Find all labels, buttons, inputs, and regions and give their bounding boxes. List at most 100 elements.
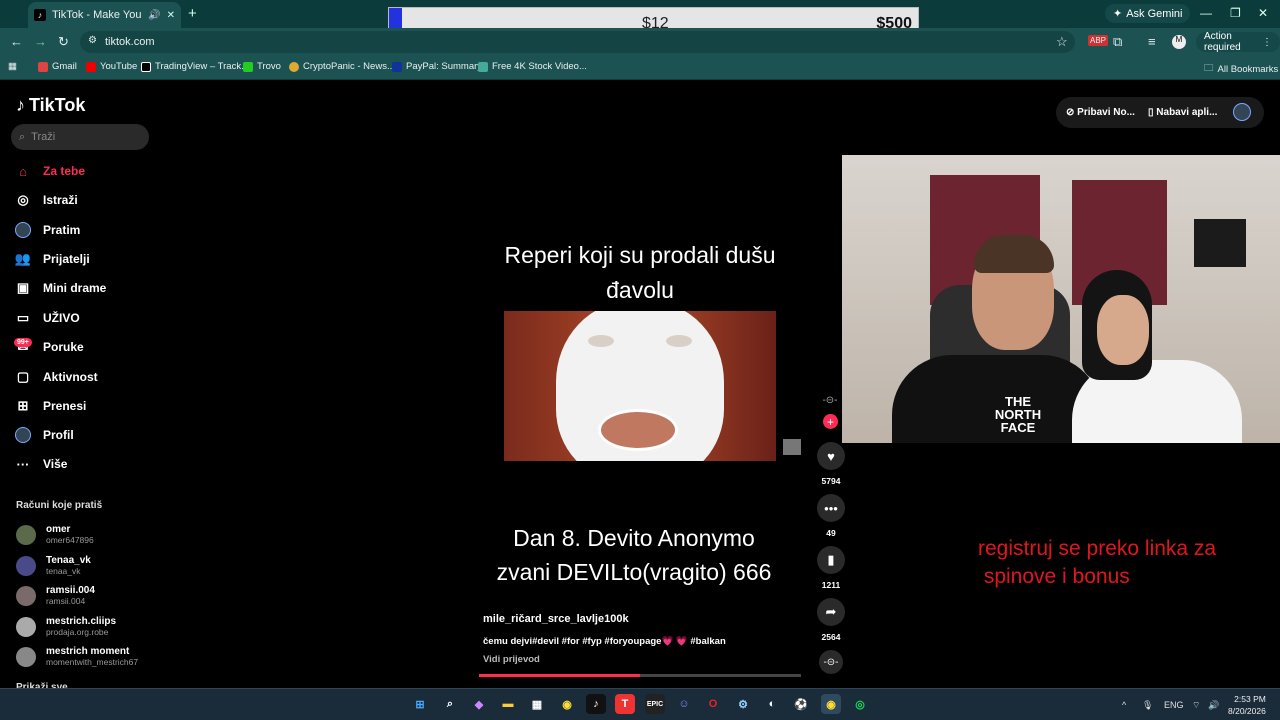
chrome-icon[interactable]: ◉: [557, 694, 577, 714]
video-author[interactable]: mile_ričard_srce_lavlje100k: [483, 613, 629, 625]
video-description: čemu dejvi#devil #for #fyp #foryoupage💗 …: [483, 636, 726, 647]
save-button[interactable]: ▮: [817, 546, 845, 574]
following-account[interactable]: omer omer647896: [16, 524, 94, 545]
bookmark-stock-video[interactable]: Free 4K Stock Video...: [478, 61, 587, 72]
follow-plus-icon[interactable]: +: [823, 414, 838, 429]
windows-start-icon[interactable]: ⊞: [410, 694, 430, 714]
video-progress[interactable]: [479, 674, 801, 677]
eye: [588, 335, 614, 347]
following-account[interactable]: mestrich moment momentwith_mestrich67: [16, 646, 138, 667]
copilot-icon[interactable]: ◆: [469, 694, 489, 714]
video-frame[interactable]: [504, 311, 776, 461]
following-account[interactable]: ramsii.004 ramsii.004: [16, 585, 95, 606]
tiktok-app-icon[interactable]: ♪: [586, 694, 606, 714]
app-red-icon[interactable]: T: [615, 694, 635, 714]
activity-icon: ▢: [16, 369, 30, 384]
action-required-button[interactable]: Action required ⋮: [1196, 31, 1280, 53]
nav-profile[interactable]: Profil: [15, 424, 74, 446]
site-info-icon[interactable]: ⚙: [88, 35, 97, 46]
following-account[interactable]: Tenaa_vk tenaa_vk: [16, 555, 91, 576]
share-button[interactable]: ➦: [817, 598, 845, 626]
get-app-button[interactable]: ▯ Nabavi apli...: [1148, 107, 1217, 118]
tiktok-note-icon: ♪: [16, 95, 25, 115]
extensions-icon[interactable]: ⧉: [1113, 34, 1122, 50]
film-icon: ▣: [16, 280, 30, 295]
volume-icon[interactable]: 🔊: [1208, 700, 1219, 711]
see-translation-link[interactable]: Vidi prijevod: [483, 654, 540, 665]
avatar: [16, 616, 36, 637]
nav-friends[interactable]: 👥 Prijatelji: [15, 248, 90, 270]
bookmark-paypal[interactable]: PayPal: Summary: [392, 61, 482, 72]
bookmark-star-icon[interactable]: ☆: [1056, 34, 1068, 50]
file-explorer-icon[interactable]: ▬: [498, 694, 518, 714]
chrome-active-icon[interactable]: ◉: [821, 694, 841, 714]
following-account[interactable]: mestrich.cliips prodaja.org.robe: [16, 616, 116, 637]
url-text[interactable]: tiktok.com: [105, 36, 155, 48]
bookmark-gmail[interactable]: Gmail: [38, 61, 77, 72]
compass-icon: ◎: [17, 192, 29, 207]
wifi-icon[interactable]: ⌔: [1192, 700, 1200, 711]
bookmark-trovo[interactable]: Trovo: [243, 61, 281, 72]
system-clock[interactable]: 2:53 PM 8/20/2026: [1228, 693, 1266, 717]
cryptopanic-icon: [289, 61, 299, 72]
app-icon[interactable]: ◐: [762, 694, 782, 714]
creator-avatar[interactable]: -⊝-: [818, 395, 842, 415]
nav-more[interactable]: ··· Više: [15, 453, 68, 475]
app-icon[interactable]: ⚽: [791, 694, 811, 714]
bookmark-tradingview[interactable]: TradingView – Track...: [141, 61, 249, 72]
media-icon[interactable]: ≡: [1148, 34, 1156, 49]
avatar-icon: [15, 222, 31, 238]
nav-mini-dramas[interactable]: ▣ Mini drame: [15, 277, 107, 299]
maximize-icon[interactable]: ❐: [1230, 6, 1241, 20]
all-bookmarks[interactable]: 🗀 All Bookmarks: [1204, 61, 1278, 77]
ask-gemini-button[interactable]: ✦ Ask Gemini: [1105, 4, 1191, 23]
share-count: 2564: [821, 632, 841, 642]
tray-chevron-icon[interactable]: ^: [1122, 700, 1126, 710]
user-avatar[interactable]: [1233, 103, 1251, 121]
speaker-icon[interactable]: 🔊: [148, 10, 160, 21]
like-button[interactable]: ♥: [817, 442, 845, 470]
video-caption-overlay: Dan 8. Devito Anonymo zvani DEVILto(vrag…: [496, 525, 772, 585]
home-icon: ⌂: [19, 163, 27, 179]
adblock-icon[interactable]: ABP: [1088, 35, 1109, 46]
search-input[interactable]: ⌕ Traži: [11, 124, 149, 150]
tab-tiktok[interactable]: ♪ TikTok - Make Your Day 🔊 ✕: [28, 2, 181, 28]
search-icon: ⌕: [19, 130, 26, 143]
new-tab-button[interactable]: +: [188, 5, 197, 22]
nav-for-you[interactable]: ⌂ Za tebe: [15, 160, 85, 182]
minimize-icon[interactable]: —: [1200, 6, 1212, 20]
opera-icon[interactable]: O: [703, 694, 723, 714]
close-tab-icon[interactable]: ✕: [167, 10, 175, 21]
epic-games-icon[interactable]: EPIC: [645, 694, 665, 714]
discord-icon[interactable]: ☺: [674, 694, 694, 714]
taskbar-search-icon[interactable]: ⌕: [440, 694, 460, 714]
gemini-icon: ✦: [1113, 8, 1123, 20]
address-bar[interactable]: [80, 31, 1075, 53]
nav-explore[interactable]: ◎ Istraži: [15, 189, 77, 211]
store-icon[interactable]: ▦: [527, 694, 547, 714]
comment-button[interactable]: •••: [817, 494, 845, 522]
nav-upload[interactable]: ⊞ Prenesi: [15, 395, 87, 417]
spotify-icon[interactable]: ◎: [850, 694, 870, 714]
forward-icon[interactable]: →: [34, 34, 47, 49]
window-close-icon[interactable]: ✕: [1258, 6, 1268, 20]
nav-live[interactable]: ▭ UŽIVO: [15, 307, 80, 329]
mini-thumbnail[interactable]: [783, 439, 801, 455]
nav-following[interactable]: Pratim: [15, 219, 80, 241]
apps-grid-icon[interactable]: ▦: [8, 61, 17, 72]
mic-icon[interactable]: 🎙: [1142, 700, 1153, 711]
language-indicator[interactable]: ENG: [1164, 700, 1184, 710]
reload-icon[interactable]: ↻: [58, 34, 69, 50]
steam-icon[interactable]: ⚙: [733, 694, 753, 714]
eye: [666, 335, 692, 347]
nav-activity[interactable]: ▢ Aktivnost: [15, 366, 98, 388]
bookmark-youtube[interactable]: YouTube: [86, 61, 137, 72]
profile-avatar-icon[interactable]: M: [1172, 35, 1186, 49]
bookmark-cryptopanic[interactable]: CryptoPanic - News...: [289, 61, 395, 72]
back-icon[interactable]: ←: [10, 34, 23, 49]
music-disc-icon[interactable]: -⊝-: [819, 650, 843, 674]
save-count: 1211: [821, 580, 841, 590]
tiktok-logo[interactable]: ♪ TikTok: [16, 95, 85, 116]
video-progress-fill: [479, 674, 640, 677]
get-coins-button[interactable]: ⊘ Pribavi No...: [1066, 107, 1135, 118]
